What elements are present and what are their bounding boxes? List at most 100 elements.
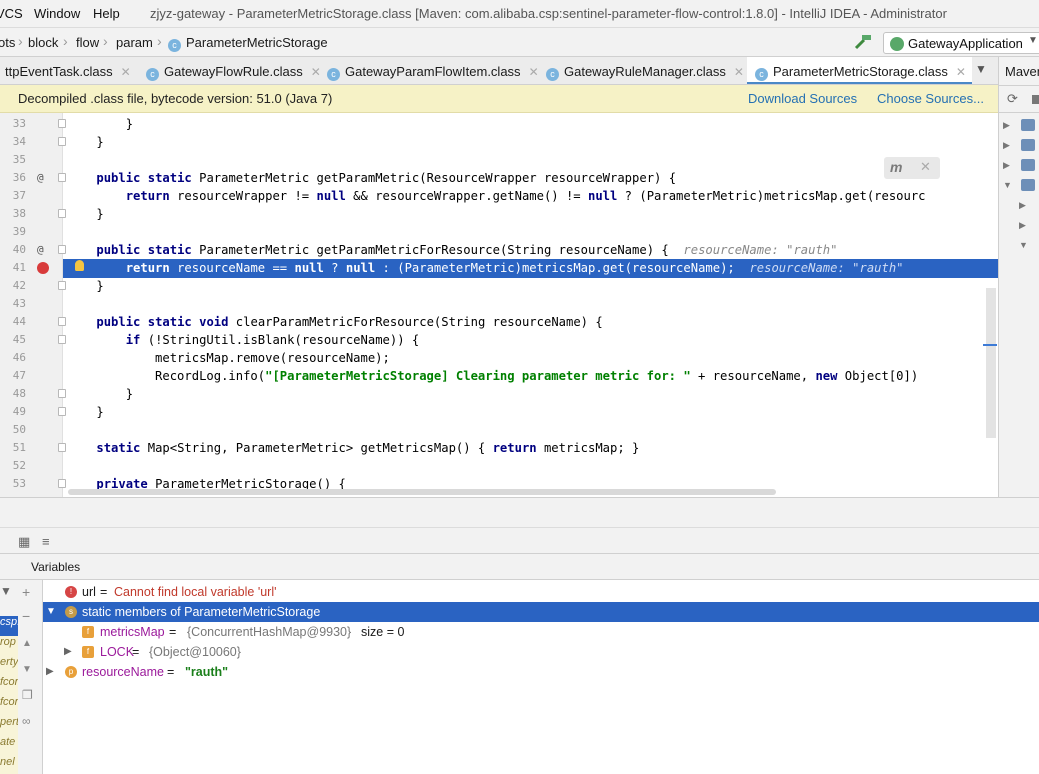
move-up-icon[interactable]: ▲ bbox=[22, 638, 32, 649]
scroll-marker bbox=[983, 344, 997, 346]
menu-window[interactable]: Window bbox=[34, 6, 80, 21]
current-execution-line[interactable]: return resourceName == null ? null : (Pa… bbox=[63, 259, 998, 278]
fold-marker-icon[interactable] bbox=[58, 245, 66, 254]
variable-name: static members of ParameterMetricStorage bbox=[82, 605, 321, 619]
debug-toolbar: ▦ ≡ bbox=[0, 527, 1039, 554]
fold-marker-icon[interactable] bbox=[58, 335, 66, 344]
remove-watch-icon[interactable]: − bbox=[22, 608, 30, 624]
tree-arrow-icon[interactable]: ▶ bbox=[1003, 120, 1010, 131]
breadcrumb-flow[interactable]: flow bbox=[76, 35, 99, 50]
tree-arrow-icon[interactable]: ▶ bbox=[1019, 200, 1026, 211]
line-number: 39 bbox=[12, 225, 26, 238]
menu-help[interactable]: Help bbox=[93, 6, 120, 21]
add-watch-icon[interactable]: + bbox=[22, 584, 30, 600]
tree-arrow-down-icon[interactable]: ▼ bbox=[1019, 240, 1028, 250]
stack-frame[interactable]: fcor bbox=[0, 676, 18, 696]
fold-marker-icon[interactable] bbox=[58, 119, 66, 128]
fold-marker-icon[interactable] bbox=[58, 389, 66, 398]
variable-row-resourcename[interactable]: ▶ p resourceName = "rauth" bbox=[43, 662, 1039, 682]
code-line: RecordLog.info("[ParameterMetricStorage]… bbox=[67, 369, 919, 383]
close-icon[interactable]: ✕ bbox=[956, 65, 966, 79]
code-editor[interactable]: 33 34 35 36 @37 38 39 40 @41 42 43 44 45 46 47 48 49 50 51… bbox=[0, 113, 998, 497]
tree-arrow-icon[interactable]: ▶ bbox=[46, 662, 54, 682]
choose-sources-link[interactable]: Choose Sources... bbox=[877, 91, 984, 106]
build-hammer-icon[interactable] bbox=[854, 34, 872, 50]
fold-marker-icon[interactable] bbox=[58, 443, 66, 452]
stack-frame[interactable]: ate bbox=[0, 736, 18, 756]
variable-row-static-members[interactable]: ▼ s static members of ParameterMetricSto… bbox=[43, 602, 1039, 622]
breadcrumb-ots[interactable]: ots bbox=[0, 35, 15, 50]
breadcrumb-block[interactable]: block bbox=[28, 35, 58, 50]
maven-reload-icon[interactable]: m bbox=[890, 159, 902, 175]
override-icon[interactable]: @ bbox=[37, 171, 44, 184]
variable-row-url[interactable]: ! url = Cannot find local variable 'url' bbox=[43, 582, 1039, 602]
variable-row-metricsmap[interactable]: f metricsMap = {ConcurrentHashMap@9930} s… bbox=[43, 622, 1039, 642]
layout-icon[interactable]: ≡ bbox=[42, 534, 50, 549]
run-configuration-label: GatewayApplication bbox=[908, 36, 1023, 51]
fold-marker-icon[interactable] bbox=[58, 407, 66, 416]
fold-marker-icon[interactable] bbox=[58, 209, 66, 218]
class-icon: c bbox=[755, 68, 768, 81]
stack-frame[interactable]: pert bbox=[0, 716, 18, 736]
stack-frame[interactable]: erty bbox=[0, 656, 18, 676]
maven-toolbar: ⟳ bbox=[999, 85, 1039, 113]
stack-frame[interactable]: fcor bbox=[0, 696, 18, 716]
chevron-down-icon[interactable]: ▼ bbox=[975, 62, 987, 76]
stack-frame[interactable]: csp. bbox=[0, 616, 18, 636]
menu-vcs[interactable]: VCS bbox=[0, 6, 23, 21]
decompiled-banner: Decompiled .class file, bytecode version… bbox=[0, 85, 998, 113]
tab-gatewayparamflowitem[interactable]: c GatewayParamFlowItem.class ✕ bbox=[327, 57, 539, 84]
breadcrumb-param[interactable]: param bbox=[116, 35, 153, 50]
project-icon bbox=[1021, 119, 1035, 131]
class-icon: c bbox=[168, 39, 181, 52]
fold-marker-icon[interactable] bbox=[58, 173, 66, 182]
move-down-icon[interactable]: ▼ bbox=[22, 664, 32, 675]
tab-gatewayrulemanager[interactable]: c GatewayRuleManager.class ✕ bbox=[546, 57, 744, 84]
chevron-right-icon: › bbox=[63, 33, 68, 49]
editor-gutter[interactable]: 33 34 35 36 @37 38 39 40 @41 42 43 44 45 46 47 48 49 50 51… bbox=[0, 113, 66, 497]
tree-arrow-down-icon[interactable]: ▼ bbox=[1003, 180, 1012, 190]
tree-arrow-icon[interactable]: ▶ bbox=[1003, 160, 1010, 171]
close-icon[interactable]: ✕ bbox=[121, 65, 131, 79]
variable-name: url bbox=[82, 585, 96, 599]
variable-name: LOCK bbox=[100, 645, 135, 659]
line-number: 38 bbox=[12, 207, 26, 220]
fold-marker-icon[interactable] bbox=[58, 317, 66, 326]
tab-gatewayflowrule[interactable]: c GatewayFlowRule.class ✕ bbox=[146, 57, 321, 84]
override-icon[interactable]: @ bbox=[37, 243, 44, 256]
tree-arrow-icon[interactable]: ▶ bbox=[1003, 140, 1010, 151]
tab-parametermetricstorage[interactable]: c ParameterMetricStorage.class ✕ bbox=[747, 57, 972, 84]
variables-list: ! url = Cannot find local variable 'url'… bbox=[43, 580, 1039, 774]
close-icon[interactable]: ✕ bbox=[734, 65, 744, 79]
variables-title: Variables bbox=[31, 560, 81, 574]
close-icon[interactable]: ✕ bbox=[920, 159, 931, 175]
table-view-icon[interactable]: ▦ bbox=[18, 534, 30, 550]
variable-row-lock[interactable]: ▶ f LOCK = {Object@10060} bbox=[43, 642, 1039, 662]
fold-marker-icon[interactable] bbox=[58, 137, 66, 146]
tree-arrow-down-icon[interactable]: ▼ bbox=[46, 602, 56, 622]
vertical-scrollbar[interactable] bbox=[986, 288, 996, 438]
horizontal-scrollbar[interactable] bbox=[68, 489, 776, 495]
breakpoint-icon[interactable] bbox=[37, 262, 49, 274]
folder-icon[interactable] bbox=[1032, 95, 1039, 104]
maven-panel-title[interactable]: Maven bbox=[1005, 64, 1039, 79]
tree-arrow-icon[interactable]: ▶ bbox=[1019, 220, 1026, 231]
stack-frame[interactable]: rop bbox=[0, 636, 18, 656]
download-sources-link[interactable]: Download Sources bbox=[748, 91, 857, 106]
tab-httpeventtask[interactable]: ttpEventTask.class ✕ bbox=[5, 57, 131, 84]
lightbulb-icon[interactable] bbox=[75, 260, 84, 271]
refresh-icon[interactable]: ⟳ bbox=[1007, 91, 1018, 107]
fold-marker-icon[interactable] bbox=[58, 281, 66, 290]
stack-frame[interactable]: nel bbox=[0, 756, 18, 774]
fold-marker-icon[interactable] bbox=[58, 479, 66, 488]
close-icon[interactable]: ✕ bbox=[311, 65, 321, 79]
code-line: } bbox=[67, 387, 134, 401]
breadcrumb-class[interactable]: c ParameterMetricStorage bbox=[168, 35, 328, 52]
run-configuration-select[interactable]: GatewayApplication ▼ bbox=[883, 32, 1039, 54]
glasses-icon[interactable]: ∞ bbox=[22, 714, 31, 728]
close-icon[interactable]: ✕ bbox=[529, 65, 539, 79]
filter-icon[interactable]: ▼ bbox=[0, 584, 12, 598]
tree-arrow-icon[interactable]: ▶ bbox=[64, 642, 72, 662]
copy-icon[interactable]: ❐ bbox=[22, 688, 33, 702]
tab-label: GatewayFlowRule.class bbox=[164, 64, 303, 79]
